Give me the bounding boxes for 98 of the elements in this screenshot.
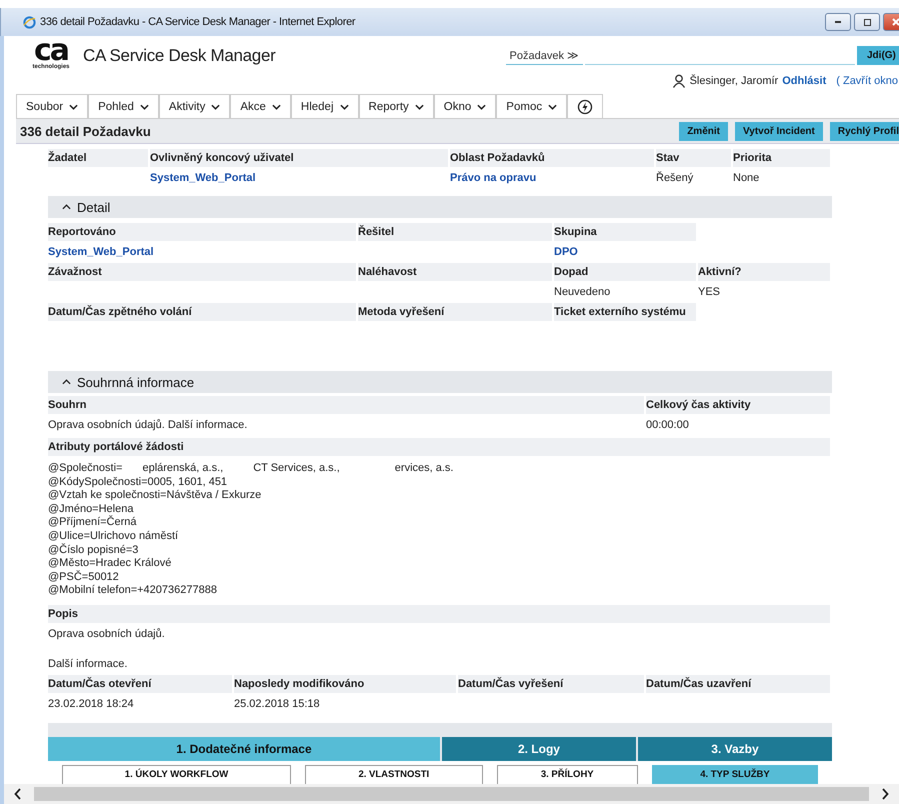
scroll-left-icon[interactable]: [14, 788, 22, 800]
attribute-text: CT Services, a.s.,: [253, 462, 340, 476]
field-label: Datum/Čas vyřešení: [458, 674, 644, 693]
attribute-line: @Mobilní telefon=+420736277888: [48, 584, 218, 598]
field-value: 23.02.2018 18:24: [48, 696, 135, 712]
close-icon: [892, 18, 899, 26]
field-label: Metoda vyřešení: [358, 303, 552, 321]
action-button[interactable]: Rychlý Profil: [830, 122, 899, 140]
attribute-line: @Vztah ke společnosti=Návštěva / Exkurze: [48, 489, 262, 503]
description-text: Další informace.: [48, 656, 128, 671]
field-label: Reportováno: [48, 223, 356, 241]
minimize-icon: [835, 21, 841, 23]
attribute-text: eplárenská, a.s.,: [142, 462, 224, 476]
chevron-icon: [272, 104, 281, 110]
field-value: Oprava osobních údajů. Další informace.: [48, 418, 248, 433]
subtab[interactable]: 2. VLASTNOSTI: [305, 764, 483, 784]
field-label: Ticket externího systému: [554, 303, 696, 321]
attribute-line: @Jméno=Helena: [48, 502, 134, 515]
description-text: Oprava osobních údajů.: [48, 626, 166, 641]
field-value: Neuvedeno: [554, 285, 612, 300]
attribute-line: @Ulice=Ulrichovo náměstí: [48, 530, 180, 543]
field-label: Žadatel: [48, 149, 148, 167]
subtab[interactable]: 4. TYP SLUŽBY: [652, 764, 818, 784]
close-window-link[interactable]: ( Zavřít okno: [836, 75, 898, 87]
attribute-text: @Společnosti=: [48, 462, 122, 476]
field-label: Celkový čas aktivity: [646, 396, 830, 414]
action-button[interactable]: Vytvoř Incident: [734, 122, 823, 140]
field-link[interactable]: DPO: [554, 241, 698, 263]
maximize-button[interactable]: [854, 13, 880, 31]
field-label: Popis: [48, 604, 830, 623]
subtab[interactable]: 3. PŘÍLOHY: [496, 764, 638, 784]
field-value: YES: [698, 285, 722, 300]
attribute-line: @Město=Hradec Králové: [48, 557, 172, 570]
chevron-icon: [414, 104, 424, 110]
field-label: Priorita: [733, 149, 830, 167]
field-value: Řešený: [656, 170, 694, 186]
menu-item[interactable]: Pomoc: [496, 94, 568, 118]
chevron-icon: [140, 104, 149, 110]
field-label: Ovlivněný koncový uživatel: [150, 149, 448, 167]
go-button[interactable]: Jdi(G): [857, 46, 899, 65]
field-label: Datum/Čas otevření: [48, 674, 232, 693]
field-link[interactable]: Právo na opravu: [450, 167, 656, 189]
chevron-icon: [477, 104, 486, 110]
search-scope-dropdown[interactable]: Požadavek ≫: [506, 46, 583, 64]
field-link[interactable]: System_Web_Portal: [150, 167, 450, 189]
subtab[interactable]: 1. ÚKOLY WORKFLOW: [62, 764, 292, 784]
section-header[interactable]: Souhrnná informace: [48, 371, 832, 393]
menu-item[interactable]: Reporty: [358, 94, 434, 118]
tab[interactable]: 3. Vazby: [638, 736, 832, 761]
page-title: 336 detail Požadavku: [19, 124, 151, 138]
tab[interactable]: 1. Dodatečné informace: [48, 736, 440, 761]
chevron-icon: [211, 104, 220, 110]
attribute-line: @KódySpolečnosti=0005, 1601, 451: [48, 476, 228, 490]
field-label: Naléhavost: [358, 263, 552, 281]
logout-link[interactable]: Odhlásit: [782, 75, 826, 87]
menu-item[interactable]: Aktivity: [158, 94, 230, 118]
field-label: Datum/Čas zpětného volání: [48, 303, 356, 321]
minimize-button[interactable]: [825, 13, 851, 31]
field-value: 00:00:00: [646, 418, 690, 433]
attribute-line: @Číslo popisné=3: [48, 544, 140, 558]
field-link[interactable]: System_Web_Portal: [48, 241, 358, 263]
field-value: None: [733, 171, 760, 186]
maximize-icon: [864, 18, 870, 26]
field-label: Dopad: [554, 263, 696, 281]
section-header[interactable]: Detail: [48, 196, 832, 218]
user-icon: [672, 74, 686, 88]
field-label: Závažnost: [48, 263, 356, 281]
field-label: Skupina: [554, 223, 696, 241]
field-label: Oblast Požadavků: [450, 149, 654, 167]
attribute-text: ervices, a.s.: [394, 462, 454, 476]
lightning-icon: [577, 98, 594, 114]
menu-item[interactable]: Hledej: [290, 94, 359, 118]
browser-icon: [23, 16, 36, 28]
action-button[interactable]: Změnit: [679, 122, 728, 140]
field-label: Aktivní?: [698, 263, 830, 281]
field-value: 25.02.2018 15:18: [234, 696, 321, 712]
user-name: Šlesinger, Jaromír: [690, 75, 778, 87]
menu-item[interactable]: Pohled: [88, 94, 159, 118]
attribute-line: @Příjmení=Černá: [48, 516, 138, 530]
field-label: Řešitel: [358, 223, 552, 241]
field-label: Stav: [656, 149, 731, 167]
chevron-icon: [69, 104, 78, 110]
menu-item[interactable]: Soubor: [16, 94, 88, 118]
tab[interactable]: 2. Logy: [442, 736, 636, 761]
menu-item[interactable]: Okno: [434, 94, 496, 118]
chevron-icon: [548, 104, 558, 110]
attribute-line: @PSČ=50012: [48, 570, 120, 584]
field-label: Naposledy modifikováno: [234, 674, 456, 693]
field-label: Atributy portálové žádosti: [48, 438, 830, 456]
product-name: CA Service Desk Manager: [83, 46, 276, 66]
menu-item[interactable]: Akce: [230, 94, 291, 118]
field-label: Datum/Čas uzavření: [646, 674, 830, 693]
quick-action-button[interactable]: [567, 94, 604, 118]
scroll-right-icon[interactable]: [881, 788, 889, 800]
chevron-icon: [340, 104, 349, 110]
scrollbar-thumb[interactable]: [34, 787, 869, 801]
window-title: 336 detail Požadavku - CA Service Desk Manager - Internet Explorer: [40, 16, 356, 28]
field-label: Souhrn: [48, 396, 644, 414]
